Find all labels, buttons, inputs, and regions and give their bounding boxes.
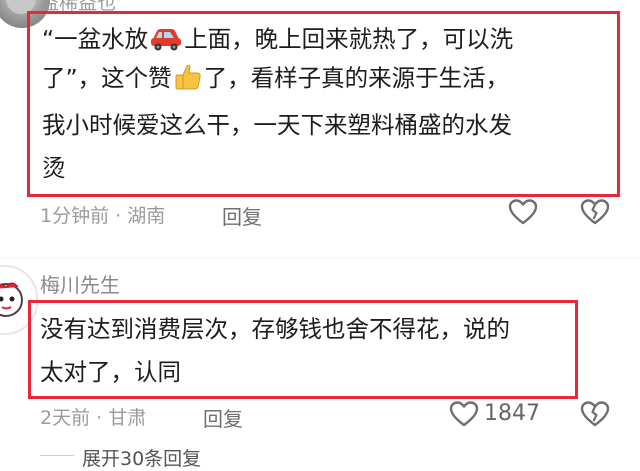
reply-button[interactable]: 回复 xyxy=(222,201,262,230)
broken-heart-icon[interactable] xyxy=(580,198,610,226)
comment-text-line: 没有达到消费层次，存够钱也舍不得花，说的 xyxy=(40,315,510,343)
comment-text-line: 烫 xyxy=(42,154,66,182)
comment-time-location: 1分钟前 · 湖南 xyxy=(40,205,166,227)
thumbs-up-emoji xyxy=(173,62,203,92)
reply-button[interactable]: 回复 xyxy=(203,403,243,432)
comment-text-line: “一盆水放 上面，晚上回来就热了，可以洗 xyxy=(42,23,514,53)
car-emoji xyxy=(149,23,183,51)
comment-text-line: 我小时候爱这么干，一天下来塑料桶盛的水发 xyxy=(42,111,512,139)
like-count: 1847 xyxy=(484,401,540,426)
username[interactable]: 梅川先生 xyxy=(40,269,120,298)
comment-text-line: 了”，这个赞 了，看样子真的来源于生活， xyxy=(42,62,510,92)
divider xyxy=(0,258,640,259)
expand-replies-button[interactable]: 展开30条回复 xyxy=(82,444,201,471)
heart-outline-icon[interactable] xyxy=(508,198,538,226)
heart-outline-icon[interactable] xyxy=(449,400,479,428)
comment-time-location: 2天前 · 甘肃 xyxy=(40,407,147,429)
comment-text-line: 太对了，认同 xyxy=(40,358,181,386)
broken-heart-icon[interactable] xyxy=(580,400,610,428)
